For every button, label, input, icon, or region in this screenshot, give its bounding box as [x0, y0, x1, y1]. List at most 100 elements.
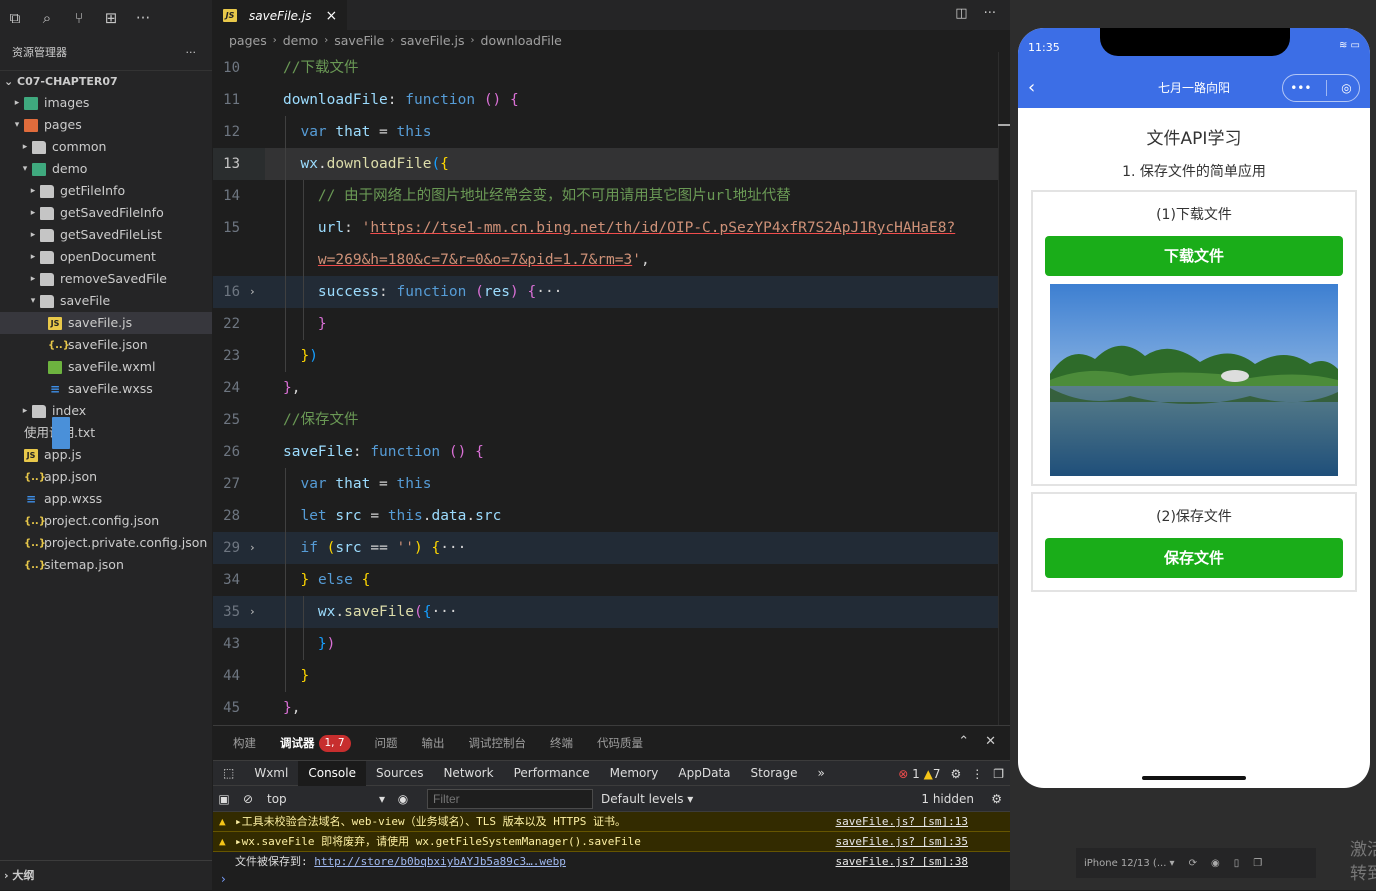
tree-item[interactable]: ≡ app.wxss [0, 488, 212, 510]
code-line[interactable]: 11 downloadFile: function () { [213, 84, 998, 116]
dock-icon[interactable]: ❐ [993, 767, 1004, 781]
code-line[interactable]: 14 // 由于网络上的图片地址经常会变，如不可用请用其它图片url地址代替 [213, 180, 998, 212]
code-line[interactable]: 44 } [213, 660, 998, 692]
tree-item[interactable]: saveFile.wxml [0, 356, 212, 378]
tree-item[interactable]: ▸ images [0, 92, 212, 114]
devtools-tab[interactable]: Sources [366, 761, 433, 786]
vertical-scrollbar[interactable] [998, 52, 1012, 725]
tree-item[interactable]: ≡ saveFile.wxss [0, 378, 212, 400]
window-icon[interactable]: ❐ [1253, 858, 1262, 869]
rotate-icon[interactable]: ⟳ [1189, 858, 1197, 869]
devtools-tab[interactable]: Wxml [244, 761, 298, 786]
panel-tab[interactable]: 代码质量 [585, 726, 655, 760]
code-line[interactable]: 10 //下载文件 [213, 52, 998, 84]
code-line[interactable]: 24}, [213, 372, 998, 404]
filter-input[interactable] [427, 788, 593, 809]
menu-dots-icon[interactable]: ••• [1290, 68, 1311, 108]
breadcrumb-item[interactable]: saveFile.js [400, 30, 464, 52]
tree-item[interactable]: ▸ getSavedFileList [0, 224, 212, 246]
tree-item[interactable]: ▾ saveFile [0, 290, 212, 312]
code-line[interactable]: 45}, [213, 692, 998, 724]
devtools-tab[interactable]: AppData [668, 761, 740, 786]
eye-icon[interactable]: ◉ [391, 792, 415, 806]
devtools-tab[interactable]: Memory [600, 761, 669, 786]
record-icon[interactable]: ◉ [1211, 858, 1220, 869]
devtools-tab[interactable]: Storage [741, 761, 808, 786]
panel-tab[interactable]: 输出 [410, 726, 457, 760]
code-line[interactable]: 34 } else { [213, 564, 998, 596]
fold-chevron-icon[interactable]: › [249, 532, 256, 564]
phone-icon[interactable]: ▯ [1234, 858, 1240, 869]
console-settings-icon[interactable]: ⚙ [991, 792, 1002, 806]
code-line[interactable]: 29 › if (src == '') {··· [213, 532, 998, 564]
fold-chevron-icon[interactable]: › [249, 596, 256, 628]
panel-tab[interactable]: 调试器 1, 7 [268, 726, 363, 760]
device-select[interactable]: iPhone 12/13 (... ▾ [1084, 858, 1175, 869]
inspect-icon[interactable]: ⬚ [213, 761, 244, 786]
explorer-more-icon[interactable]: ··· [186, 36, 197, 70]
tree-item[interactable]: {..} project.config.json [0, 510, 212, 532]
devtools-tab[interactable]: Performance [504, 761, 600, 786]
source-link[interactable]: saveFile.js? [sm]:13 [836, 812, 968, 832]
code-area[interactable]: 10 //下载文件 11 downloadFile: function () {12 … [213, 52, 998, 725]
tree-item[interactable]: {..} sitemap.json [0, 554, 212, 576]
panel-tab[interactable]: 问题 [363, 726, 410, 760]
split-editor-icon[interactable]: ◫ [955, 6, 967, 21]
code-line[interactable]: 26 saveFile: function () { [213, 436, 998, 468]
tree-item[interactable]: {..} project.private.config.json [0, 532, 212, 554]
code-line[interactable]: 23 }) [213, 340, 998, 372]
code-line[interactable]: 25 //保存文件 [213, 404, 998, 436]
code-line[interactable]: w=269&h=180&c=7&r=0&o=7&pid=1.7&rm=3', [213, 244, 998, 276]
close-miniprogram-icon[interactable]: ◎ [1341, 68, 1351, 108]
tree-item[interactable]: ▸ common [0, 136, 212, 158]
maximize-panel-icon[interactable]: ⌃ [958, 734, 969, 749]
code-line[interactable]: 27 var that = this [213, 468, 998, 500]
source-control-icon[interactable]: ⑂ [70, 9, 88, 27]
context-select[interactable]: top ▾ [261, 792, 391, 806]
panel-tab[interactable]: 终端 [538, 726, 585, 760]
code-line[interactable]: 13 wx.downloadFile({ [213, 148, 998, 180]
tree-item[interactable]: ▾ demo [0, 158, 212, 180]
error-count[interactable]: ⊗ 1 ▲7 [898, 767, 940, 781]
tree-item[interactable]: 使用说明.txt [0, 417, 212, 449]
devtools-tab[interactable]: Console [298, 760, 366, 786]
devtools-tab[interactable]: Network [433, 761, 503, 786]
tree-item[interactable]: ▸ getSavedFileInfo [0, 202, 212, 224]
code-line[interactable]: 28 let src = this.data.src [213, 500, 998, 532]
close-icon[interactable]: × [325, 8, 337, 24]
tree-item[interactable]: JS saveFile.js [0, 312, 212, 334]
breadcrumb-item[interactable]: saveFile [334, 30, 384, 52]
tree-item[interactable]: JS app.js [0, 444, 212, 466]
kebab-icon[interactable]: ⋮ [971, 767, 983, 781]
project-root[interactable]: ⌄ C07-CHAPTER07 [0, 70, 212, 92]
fold-chevron-icon[interactable]: › [249, 276, 256, 308]
tree-item[interactable]: ▸ openDocument [0, 246, 212, 268]
tree-item[interactable]: {..} saveFile.json [0, 334, 212, 356]
log-levels-select[interactable]: Default levels ▾ [601, 792, 693, 806]
save-button[interactable]: 保存文件 [1045, 538, 1343, 578]
explorer-icon[interactable]: ⧉ [6, 9, 24, 27]
panel-tab[interactable]: 调试控制台 [457, 726, 539, 760]
message-link[interactable]: http://store/b0bqbxiybAYJb5a89c3….webp [314, 855, 566, 868]
code-line[interactable]: 35 › wx.saveFile({··· [213, 596, 998, 628]
console-prompt[interactable]: › [213, 872, 1010, 886]
sidebar-toggle-icon[interactable]: ▣ [213, 792, 235, 806]
code-line[interactable]: 12 var that = this [213, 116, 998, 148]
settings-icon[interactable]: ⚙ [950, 767, 961, 781]
back-icon[interactable]: ‹ [1028, 68, 1035, 108]
download-button[interactable]: 下载文件 [1045, 236, 1343, 276]
clear-console-icon[interactable]: ⊘ [235, 792, 261, 806]
code-line[interactable]: 22 } [213, 308, 998, 340]
source-link[interactable]: saveFile.js? [sm]:38 [836, 852, 968, 872]
tree-item[interactable]: ▸ index [0, 400, 212, 422]
tree-item[interactable]: ▸ removeSavedFile [0, 268, 212, 290]
tree-item[interactable]: ▾ pages [0, 114, 212, 136]
extensions-icon[interactable]: ⊞ [102, 9, 120, 27]
code-line[interactable]: 16 › success: function (res) {··· [213, 276, 998, 308]
code-line[interactable]: 43 }) [213, 628, 998, 660]
tree-item[interactable]: {..} app.json [0, 466, 212, 488]
source-link[interactable]: saveFile.js? [sm]:35 [836, 832, 968, 852]
search-icon[interactable]: ⌕ [38, 9, 56, 27]
code-line[interactable]: 15 url: 'https://tse1-mm.cn.bing.net/th/… [213, 212, 998, 244]
devtools-more[interactable]: » [807, 761, 834, 786]
